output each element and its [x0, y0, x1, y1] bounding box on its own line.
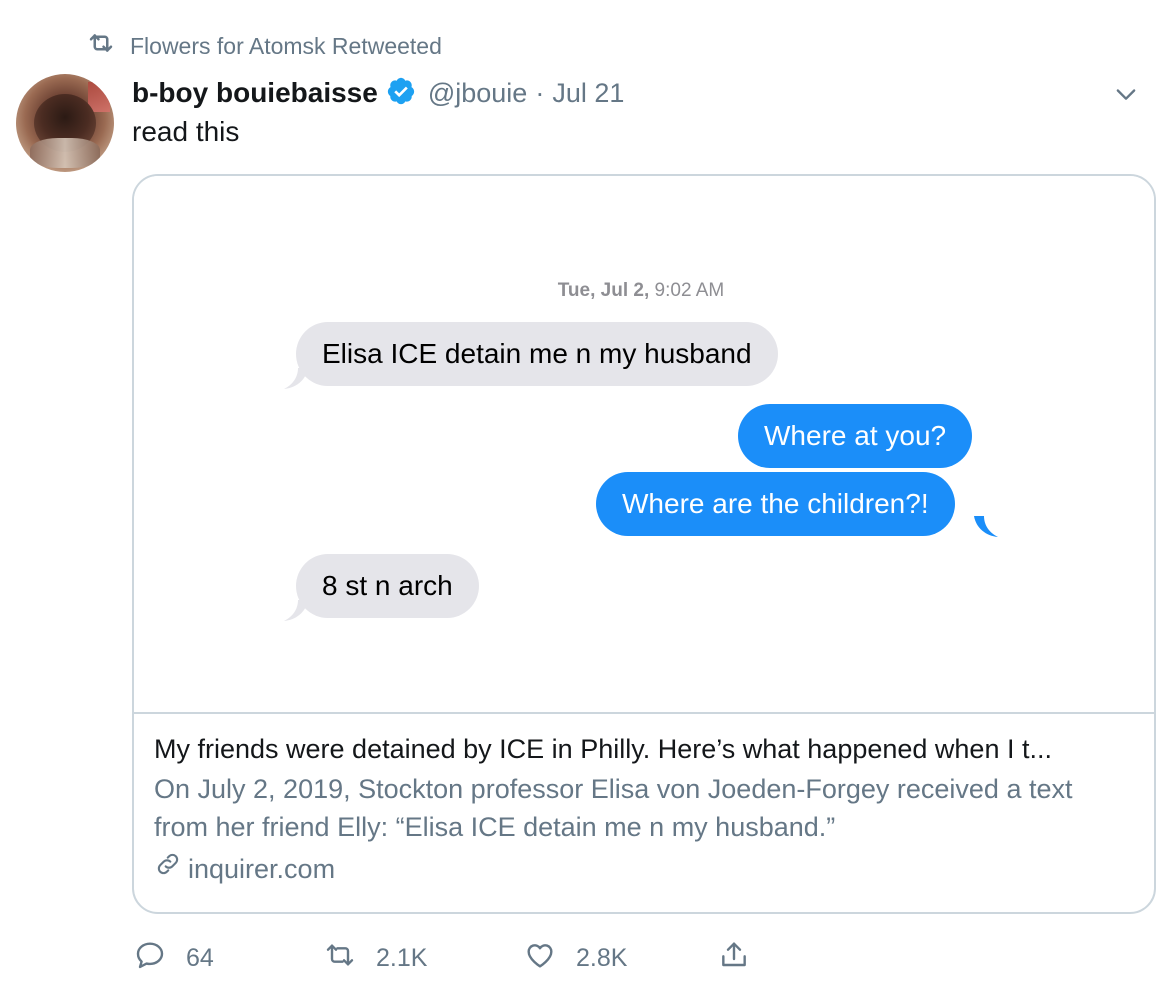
retweet-context-text: Flowers for Atomsk Retweeted	[130, 32, 442, 59]
avatar[interactable]	[16, 74, 114, 172]
reply-icon	[134, 939, 166, 978]
separator-dot: ·	[535, 77, 545, 108]
like-button[interactable]: 2.8K	[524, 936, 627, 980]
share-button[interactable]	[718, 936, 750, 980]
card-title[interactable]: My friends were detained by ICE in Phill…	[154, 730, 1144, 768]
reply-count: 64	[186, 943, 214, 972]
card-description: On July 2, 2019, Stockton professor Elis…	[154, 774, 1073, 842]
card-body[interactable]: My friends were detained by ICE in Phill…	[154, 730, 1144, 888]
tweet[interactable]: Flowers for Atomsk Retweeted b-boy bouie…	[0, 0, 1170, 1000]
bubble-tail	[974, 516, 998, 537]
retweet-icon	[86, 28, 116, 64]
retweet-context[interactable]: Flowers for Atomsk Retweeted	[86, 30, 442, 62]
imessage-timestamp: Tue, Jul 2, 9:02 AM	[557, 280, 725, 301]
share-icon	[718, 939, 750, 978]
tweet-header: b-boy bouiebaisse @jbouie · Jul 21	[132, 72, 624, 114]
message-bubble-outgoing: Where are the children?!	[596, 472, 955, 536]
retweet-count: 2.1K	[376, 943, 428, 972]
tweet-date[interactable]: Jul 21	[552, 78, 624, 109]
message-bubble-incoming: 8 st n arch	[296, 554, 479, 618]
handle[interactable]: @jbouie	[428, 78, 527, 109]
card-domain-text: inquirer.com	[188, 854, 336, 884]
tweet-text: read this	[132, 116, 240, 147]
retweet-icon	[324, 939, 356, 978]
link-icon	[154, 850, 182, 888]
card-domain[interactable]: inquirer.com	[154, 850, 1144, 888]
display-name[interactable]: b-boy bouiebaisse	[132, 77, 378, 109]
card-image[interactable]: Tue, Jul 2, 9:02 AM Elisa ICE detain me …	[134, 176, 1154, 712]
chevron-down-icon[interactable]	[1112, 80, 1140, 108]
reply-button[interactable]: 64	[134, 936, 214, 980]
heart-icon	[524, 939, 556, 978]
retweet-button[interactable]: 2.1K	[324, 936, 427, 980]
card-divider	[134, 712, 1154, 714]
link-card[interactable]: Tue, Jul 2, 9:02 AM Elisa ICE detain me …	[132, 174, 1156, 914]
message-bubble-incoming: Elisa ICE detain me n my husband	[296, 322, 778, 386]
like-count: 2.8K	[576, 943, 628, 972]
message-bubble-outgoing: Where at you?	[738, 404, 973, 468]
verified-badge-icon	[378, 76, 428, 111]
